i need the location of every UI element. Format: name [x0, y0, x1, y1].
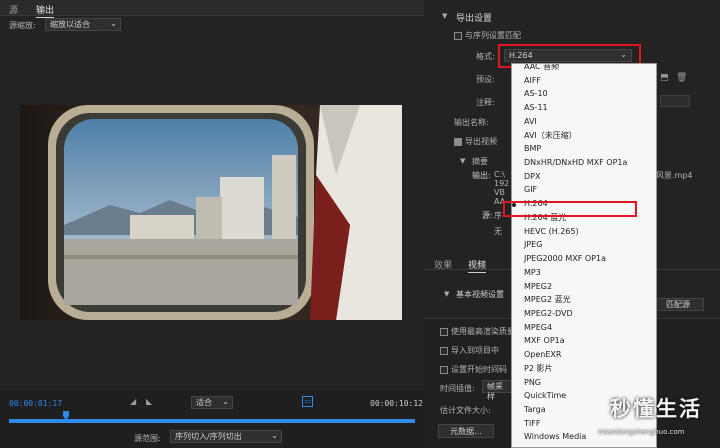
output-filename: 风景.mp4 — [656, 171, 693, 180]
selected-item-highlight-box — [503, 201, 637, 217]
output-line-3: VB — [494, 188, 505, 197]
format-menu-item[interactable]: AVI — [512, 115, 656, 129]
import-preset-icon[interactable]: ⬒ — [660, 73, 669, 83]
set-start-label: 设置开始时间码 — [451, 365, 507, 374]
format-menu-item[interactable]: MXF OP1a — [512, 334, 656, 348]
import-project-row[interactable]: 导入到项目中 — [440, 345, 499, 356]
expand-arrow-icon[interactable]: ▼ — [442, 12, 447, 20]
source-line-2: 无 — [494, 227, 502, 236]
max-render-label: 使用最高渲染质量 — [451, 327, 515, 336]
chevron-down-icon: ⌄ — [271, 431, 278, 440]
output-line-2: 192 — [494, 179, 510, 188]
source-scaling-dropdown[interactable]: 缩放以适合 ⌄ — [45, 18, 121, 31]
chevron-down-icon: ⌄ — [110, 19, 117, 28]
format-menu-item[interactable]: PNG — [512, 376, 656, 390]
format-menu-item[interactable]: JPEG2000 MXF OP1a — [512, 252, 656, 266]
set-out-icon[interactable]: ◣ — [146, 397, 152, 406]
format-menu-item[interactable]: AS-11 — [512, 101, 656, 115]
match-sequence-checkbox[interactable] — [454, 31, 462, 40]
expand-arrow-icon[interactable]: ▼ — [460, 157, 465, 165]
comment-input[interactable] — [660, 95, 690, 107]
format-menu-item[interactable]: AAC 音频 — [512, 64, 656, 74]
format-menu-item[interactable]: P2 影片 — [512, 362, 656, 376]
source-range-value: 序列切入/序列切出 — [175, 432, 242, 441]
summary-title: 摘要 — [472, 157, 488, 166]
file-size-label: 估计文件大小: — [440, 406, 491, 415]
tab-video[interactable]: 视频 — [468, 258, 487, 273]
watermark-title: 秒懂生活 — [610, 397, 702, 421]
format-menu-item[interactable]: JPEG — [512, 238, 656, 252]
delete-preset-icon[interactable]: 🗑 — [676, 73, 687, 83]
metadata-button[interactable]: 元数据... — [438, 424, 494, 438]
export-video-label: 导出视频 — [465, 137, 497, 146]
source-scaling-label: 源缩放: — [9, 21, 36, 30]
comment-label: 注释: — [476, 98, 495, 107]
source-range-label: 源范围: — [134, 434, 161, 443]
format-menu-item[interactable]: AS-10 — [512, 87, 656, 101]
format-menu-item[interactable]: MP3 — [512, 266, 656, 280]
chevron-down-icon: ⌄ — [222, 397, 229, 406]
source-line-1: 序 — [494, 211, 502, 220]
output-line-1: C:\ — [494, 170, 505, 179]
source-scaling-value: 缩放以适合 — [50, 20, 90, 29]
format-menu-item[interactable]: AIFF — [512, 74, 656, 88]
end-timecode: 00:00:10:12 — [370, 399, 423, 408]
timeline-track[interactable] — [9, 419, 415, 423]
interpolation-dropdown[interactable]: 帧采样 — [482, 380, 512, 401]
format-menu-item[interactable]: DNxHR/DNxHD MXF OP1a — [512, 156, 656, 170]
format-menu[interactable]: AAC 音频 AIFF AS-10 AS-11 AVI AVI（未压缩） BMP DNxHR/… — [511, 63, 657, 448]
format-menu-item[interactable]: BMP — [512, 142, 656, 156]
output-name-label: 输出名称: — [454, 118, 489, 127]
preset-label: 预设: — [476, 75, 495, 84]
format-menu-item[interactable]: MPEG2 蓝光 — [512, 293, 656, 307]
match-sequence-row[interactable]: 与序列设置匹配 — [454, 30, 521, 41]
tab-source[interactable]: 源 — [9, 3, 18, 16]
interpolation-value: 帧采样 — [487, 382, 503, 401]
video-frame-image — [20, 105, 402, 320]
set-start-checkbox[interactable] — [440, 365, 448, 374]
export-video-row[interactable]: 导出视频 — [454, 136, 497, 147]
match-sequence-label: 与序列设置匹配 — [465, 31, 521, 40]
source-scaling-row: 源缩放: 缩放以适合 ⌄ — [0, 17, 424, 33]
export-settings-title: 导出设置 — [456, 14, 493, 24]
zoom-fit-dropdown[interactable]: 适合 ⌄ — [191, 396, 233, 409]
set-in-icon[interactable]: ◢ — [130, 397, 136, 406]
format-menu-item[interactable]: MPEG2 — [512, 280, 656, 294]
max-render-row[interactable]: 使用最高渲染质量 — [440, 326, 515, 337]
export-video-checkbox[interactable] — [454, 137, 462, 146]
expand-arrow-icon[interactable]: ▼ — [444, 290, 449, 298]
current-timecode[interactable]: 00:00:01:17 — [9, 399, 62, 408]
basic-video-label: 基本视频设置 — [456, 290, 504, 299]
playhead[interactable] — [62, 411, 69, 421]
format-menu-item[interactable]: MPEG2-DVD — [512, 307, 656, 321]
aspect-icon[interactable]: ▭ — [302, 396, 313, 407]
preview-panel: 源 输出 源缩放: 缩放以适合 ⌄ 00:00:01:17 ◢ ◣ 适合 ⌄ ▭… — [0, 0, 424, 448]
source-label: 源: — [482, 211, 493, 220]
tab-effects[interactable]: 效果 — [434, 258, 452, 271]
format-label: 格式: — [476, 52, 495, 61]
timeline-area: 00:00:01:17 ◢ ◣ 适合 ⌄ ▭ 00:00:10:12 源范围: … — [0, 390, 424, 448]
watermark-url: miaodongshenghuo.com — [598, 428, 685, 436]
max-render-checkbox[interactable] — [440, 327, 448, 336]
format-menu-item[interactable]: DPX — [512, 170, 656, 184]
import-project-checkbox[interactable] — [440, 346, 448, 355]
match-source-button[interactable]: 匹配源 — [652, 298, 704, 311]
format-menu-item[interactable]: AVI（未压缩） — [512, 129, 656, 143]
source-range-dropdown[interactable]: 序列切入/序列切出 ⌄ — [170, 430, 282, 443]
format-menu-item[interactable]: OpenEXR — [512, 348, 656, 362]
video-preview — [20, 105, 402, 320]
format-menu-item[interactable]: MPEG4 — [512, 321, 656, 335]
output-label: 输出: — [472, 171, 491, 180]
set-start-row[interactable]: 设置开始时间码 — [440, 364, 507, 375]
tab-output[interactable]: 输出 — [36, 3, 55, 18]
import-project-label: 导入到项目中 — [451, 346, 499, 355]
zoom-fit-value: 适合 — [196, 398, 212, 407]
format-menu-item[interactable]: HEVC (H.265) — [512, 225, 656, 239]
interpolation-label: 时间插值: — [440, 384, 475, 393]
preview-tabs: 源 输出 — [0, 0, 424, 18]
format-menu-item[interactable]: GIF — [512, 183, 656, 197]
